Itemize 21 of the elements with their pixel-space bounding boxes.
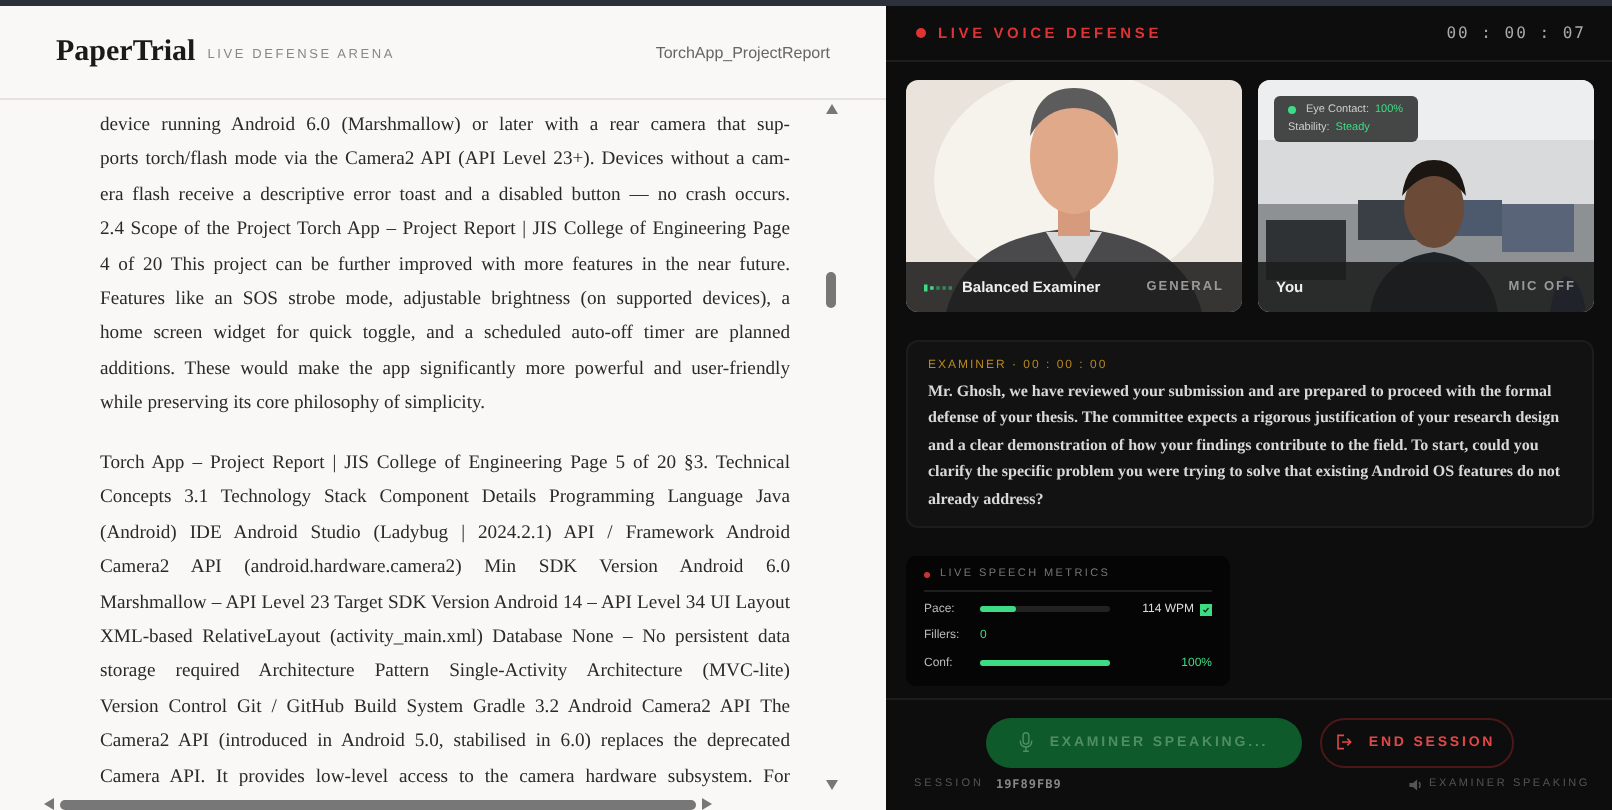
scroll-right-icon[interactable] — [702, 798, 712, 810]
speaker-icon — [1407, 777, 1422, 791]
scroll-down-icon[interactable] — [826, 780, 838, 790]
metric-bar — [980, 606, 1110, 613]
checkbox[interactable] — [1200, 603, 1212, 616]
document-paragraph: device running Android 6.0 (Marshmallow) or later with a rear camera that sup- ports torch/flash mode via the Camera2 API (API Level 23+). Devices without a cam- era flash receive a descriptive error toast and a disabled button — no crash occurs. 2.4 Scope of the Project Torch App – Project Report | JIS College of Engineering Page 4 of 20 This project can be further improved with more features in the near future. Features like an SOS strobe mode, adjustable brightness (on supported devices), a home screen widget for quick toggle, and a scheduled auto-off timer are planned additions. These would make the app significantly more powerful and user-friendly while preserving its core philosophy of simplicity. — [100, 112, 790, 419]
scrollbar-thumb[interactable] — [60, 799, 696, 809]
document-paragraph: Torch App – Project Report | JIS College of Engineering Page 5 of 20 §3. Technical Concepts 3.1 Technology Stack Component Details Programming Language Java (Android) IDE Android Studio (Ladybug | 2024.2.1) API / Framework Android Camera2 API (android.hardware.camera2) Min SDK Version Android 6.0 Marshmallow – API Level 23 Target SDK Version Android 14 – API Level 34 UI Layout XML-based RelativeLayout (activity_main.xml) Database None – No persistent data storage required Architecture Pattern Single-Activity Architecture (MVC-lite) Version Control Git / GitHub Build System Gradle 3.2 Android Camera2 API The Camera2 API (introduced in Android 5.0, stabilised in 6.0) replaces the deprecated Camera API. It provides low-level access to the camera hardware subsystem. For — [100, 450, 790, 792]
examiner-question: Mr. Ghosh, we have reviewed your submission and are prepared to proceed with the formal defense of your thesis. The committee expects a rigorous justification of your research design and a clear demonstration of how your findings contribute to the field. To start, could you clarify the specific problem you were trying to solve that existing Android OS features do not already address? — [928, 380, 1563, 512]
scroll-left-icon[interactable] — [44, 798, 54, 810]
document-name: TorchApp_ProjectReport — [655, 43, 830, 61]
status-dot-icon — [1288, 106, 1296, 114]
scrollbar-thumb[interactable] — [826, 272, 836, 308]
exit-icon — [1336, 732, 1353, 752]
live-dot-icon — [916, 28, 926, 38]
live-dot-icon — [924, 571, 930, 577]
brand-name: PaperTrial — [56, 35, 196, 69]
microphone-icon — [1017, 732, 1034, 752]
scroll-up-icon[interactable] — [826, 104, 838, 114]
session-timer: 00 : 00 : 07 — [1446, 24, 1586, 42]
metric-bar — [980, 660, 1110, 667]
